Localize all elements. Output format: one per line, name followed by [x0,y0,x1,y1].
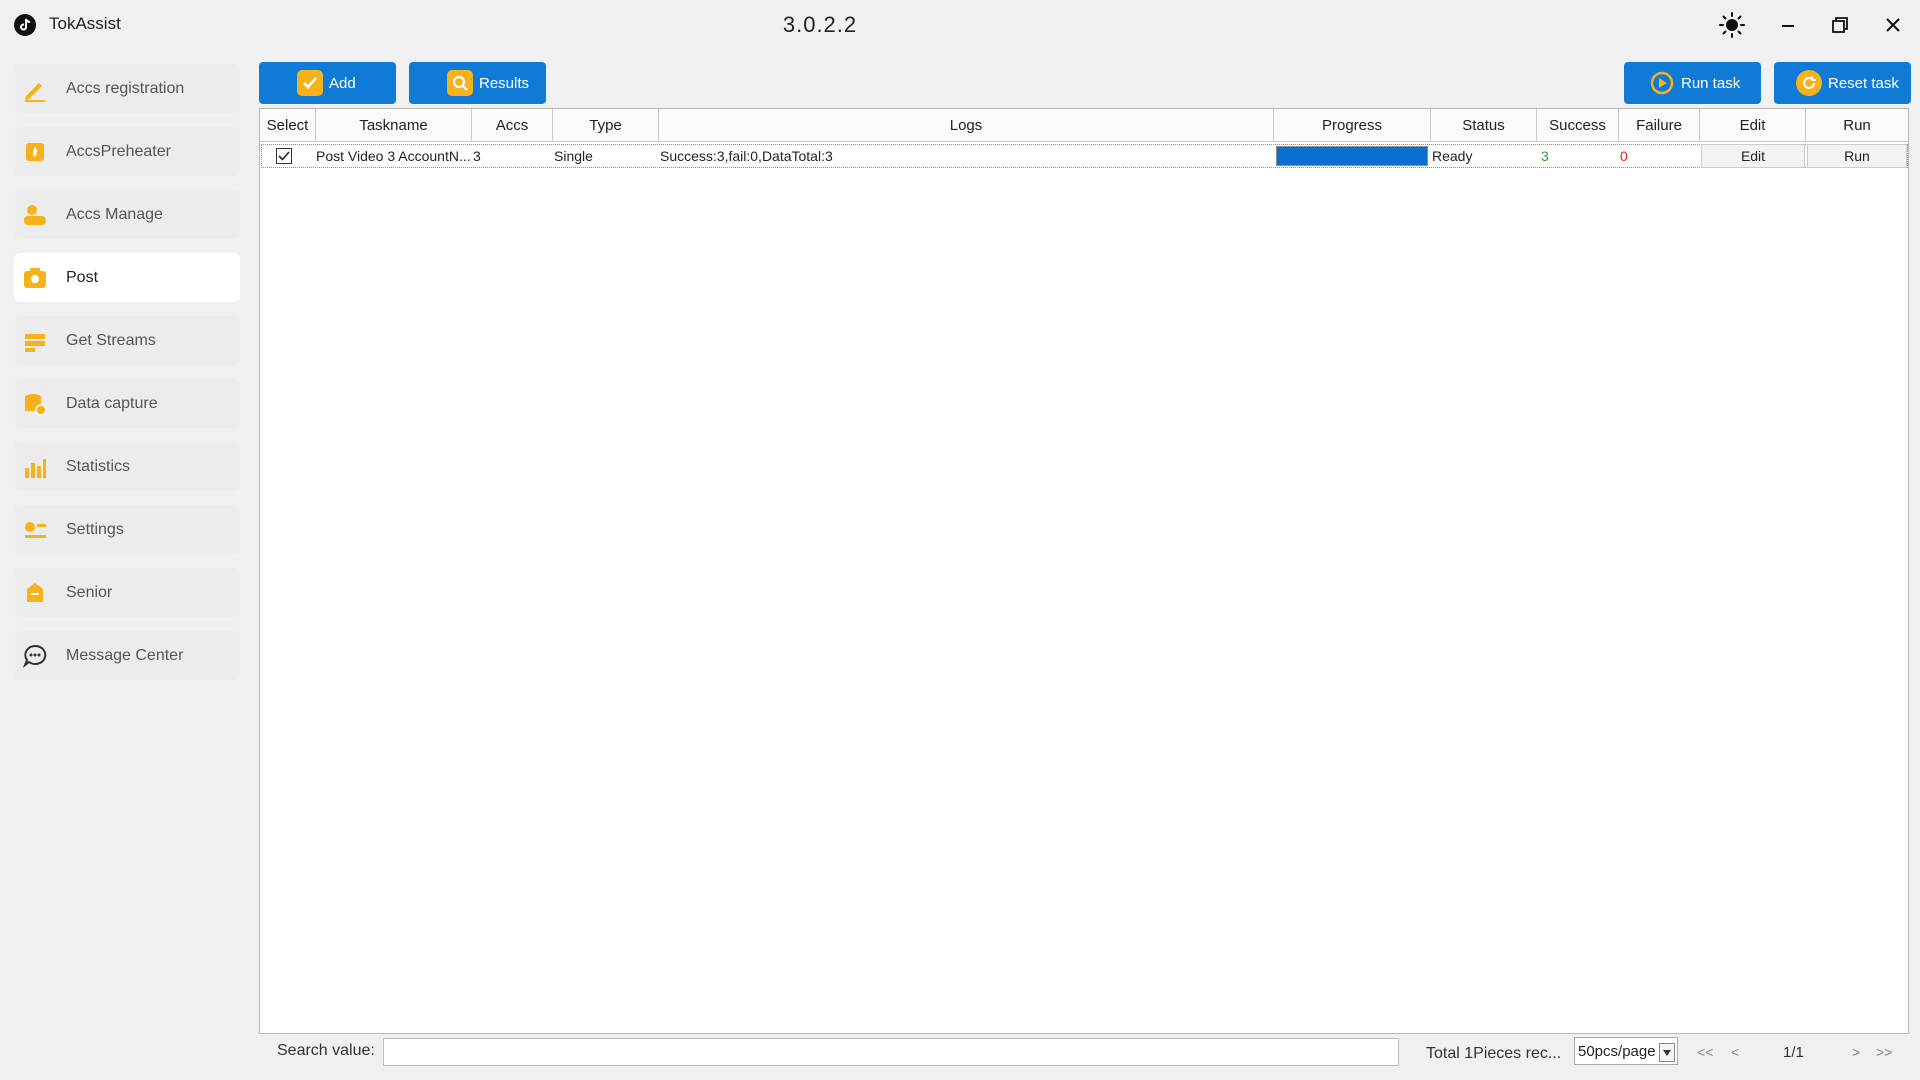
column-header-run[interactable]: Run [1806,109,1908,142]
edit-button[interactable]: Edit [1701,144,1805,168]
column-header-logs[interactable]: Logs [659,109,1274,142]
sidebar-item-label: Post [66,268,99,286]
bar-chart-icon [22,454,48,480]
cell-type: Single [554,148,593,164]
stream-icon [22,328,48,354]
flame-icon [22,139,48,165]
sidebar-item-get-streams[interactable]: Get Streams [14,316,240,365]
cell-taskname: Post Video 3 AccountN... [316,148,471,164]
task-table: Select Taskname Accs Type Logs Progress … [259,108,1909,1034]
sidebar-item-label: Statistics [66,457,131,475]
progress-fill [1277,147,1427,165]
add-label: Add [329,74,356,92]
cell-accs: 3 [473,148,481,164]
sidebar-item-label: Accs registration [66,79,185,97]
settings-icon [22,517,48,543]
search-input[interactable] [383,1038,1399,1066]
last-page-button[interactable]: >> [1876,1044,1892,1060]
sidebar-item-label: Senior [66,583,113,601]
sidebar-item-senior[interactable]: Senior [14,568,240,617]
search-label: Search value: [277,1042,375,1059]
run-task-button[interactable]: Run task [1624,62,1761,104]
sidebar-item-post[interactable]: Post [14,253,240,302]
column-header-failure[interactable]: Failure [1619,109,1700,142]
cell-logs: Success:3,fail:0,DataTotal:3 [660,148,833,164]
total-records: Total 1Pieces rec... [1426,1045,1562,1062]
camera-icon [22,265,48,291]
app-logo-icon [14,14,36,36]
progress-bar [1276,146,1428,166]
sidebar-item-label: Settings [66,520,124,538]
run-button[interactable]: Run [1807,144,1907,168]
sidebar-item-settings[interactable]: Settings [14,505,240,554]
check-icon [297,70,323,96]
badge-icon [22,580,48,606]
sidebar-item-message-center[interactable]: Message Center [14,631,240,680]
prev-page-button[interactable]: < [1731,1044,1739,1060]
sidebar-item-statistics[interactable]: Statistics [14,442,240,491]
cell-failure: 0 [1620,148,1628,164]
results-label: Results [479,74,530,92]
sidebar-item-label: AccsPreheater [66,142,171,160]
title-bar [0,0,1920,54]
sidebar-item-data-capture[interactable]: Data capture [14,379,240,428]
minimize-icon[interactable] [1768,8,1808,42]
chevron-down-icon[interactable] [1659,1043,1675,1062]
row-select-checkbox[interactable] [276,144,296,168]
reset-task-button[interactable]: Reset task [1774,62,1911,104]
cell-success: 3 [1541,148,1549,164]
theme-toggle-icon[interactable] [1712,8,1752,42]
sidebar-item-label: Get Streams [66,331,156,349]
column-header-taskname[interactable]: Taskname [316,109,472,142]
chat-icon [22,643,48,669]
database-icon [22,391,48,417]
sidebar-item-label: Data capture [66,394,158,412]
run-task-label: Run task [1681,74,1741,92]
app-title: TokAssist [49,14,121,33]
cell-status: Ready [1432,148,1473,164]
page-size-select[interactable]: 50pcs/page [1574,1037,1678,1065]
reset-task-label: Reset task [1828,74,1899,92]
users-icon [22,202,48,228]
column-header-accs[interactable]: Accs [472,109,553,142]
restore-icon[interactable] [1820,8,1860,42]
pencil-icon [22,76,48,102]
app-version: 3.0.2.2 [782,12,858,37]
results-icon [447,70,473,96]
column-header-progress[interactable]: Progress [1274,109,1431,142]
reset-task-icon [1796,70,1822,96]
column-header-success[interactable]: Success [1537,109,1619,142]
column-header-status[interactable]: Status [1431,109,1537,142]
column-header-edit[interactable]: Edit [1700,109,1806,142]
sidebar-item-label: Accs Manage [66,205,163,223]
sidebar-item-accspreheater[interactable]: AccsPreheater [14,127,240,176]
next-page-button[interactable]: > [1852,1044,1860,1060]
first-page-button[interactable]: << [1697,1044,1713,1060]
column-header-type[interactable]: Type [553,109,659,142]
column-header-select[interactable]: Select [260,109,316,142]
sidebar-item-accs-registration[interactable]: Accs registration [14,64,240,113]
page-size-value: 50pcs/page [1578,1042,1656,1060]
run-task-icon [1649,70,1675,96]
add-button[interactable]: Add [259,62,396,104]
sidebar-item-accs-manage[interactable]: Accs Manage [14,190,240,239]
cell-progress [1276,144,1428,168]
sidebar-item-label: Message Center [66,646,184,664]
close-icon[interactable] [1873,8,1913,42]
page-indicator: 1/1 [1783,1044,1804,1061]
results-button[interactable]: Results [409,62,546,104]
